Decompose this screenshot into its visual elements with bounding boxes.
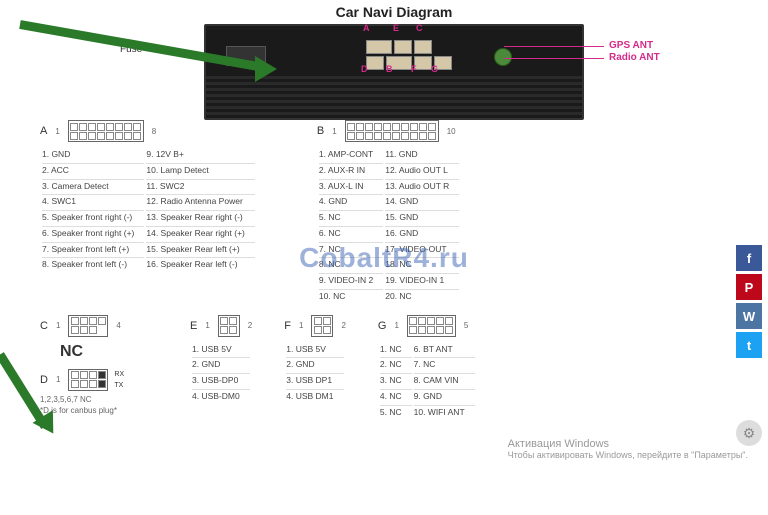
connector-c-diagram <box>68 315 108 337</box>
connector-f-section: F 1 2 1. USB 5V2. GND3. USB DP14. USB DM… <box>284 315 348 421</box>
connector-d-diagram <box>68 369 108 391</box>
label-f: F <box>411 64 417 74</box>
connector-a-diagram <box>68 120 144 142</box>
connector-b-diagram <box>345 120 439 142</box>
connector-d-note1: 1,2,3,5,6,7 NC <box>40 395 160 404</box>
connector-c-nc: NC <box>60 343 160 361</box>
connector-e-section: E 1 2 1. USB 5V2. GND3. USB-DP04. USB-DM… <box>190 315 254 421</box>
heatsink <box>206 76 582 118</box>
gps-leader-line <box>504 46 604 47</box>
gps-ant-label: GPS ANT <box>609 40 653 51</box>
connector-b-pins: 1. AMP-CONT11. GND2. AUX-R IN12. Audio O… <box>317 146 461 305</box>
social-share-bar: f P W t <box>736 245 762 358</box>
vk-share-button[interactable]: W <box>736 303 762 329</box>
connector-c-physical <box>414 40 432 54</box>
label-c: C <box>416 23 423 33</box>
facebook-share-button[interactable]: f <box>736 245 762 271</box>
connector-cd-section: C 1 4 NC D 1 RX TX <box>40 315 160 421</box>
label-b: B <box>386 64 393 74</box>
label-g: G <box>431 64 438 74</box>
twitter-share-button[interactable]: t <box>736 332 762 358</box>
connector-d-note2: *D is for canbus plug* <box>40 406 160 415</box>
label-d: D <box>361 64 368 74</box>
connector-a-pins: 1. GND9. 12V B+2. ACC10. Lamp Detect3. C… <box>40 146 257 273</box>
pinterest-share-button[interactable]: P <box>736 274 762 300</box>
connector-a-physical <box>366 40 392 54</box>
connector-g-section: G 1 5 1. NC6. BT ANT2. NC7. NC3. NC8. CA… <box>378 315 477 421</box>
diagram-title: Car Navi Diagram <box>40 4 748 20</box>
connector-d-physical <box>366 56 384 70</box>
label-e: E <box>393 23 399 33</box>
antenna-port <box>494 48 512 66</box>
radio-ant-label: Radio ANT <box>609 52 660 63</box>
radio-leader-line <box>504 58 604 59</box>
connector-e-physical <box>394 40 412 54</box>
windows-activation-notice: Активация Windows Чтобы активировать Win… <box>508 438 748 460</box>
connector-a-letter: A <box>40 125 47 137</box>
connector-a-section: A 1 8 1. GND9. 12V B+2. ACC10. Lamp Dete… <box>40 120 257 305</box>
label-a: A <box>363 23 370 33</box>
connector-b-letter: B <box>317 125 324 137</box>
connector-b-section: B 1 10 1. AMP-CONT11. GND2. AUX-R IN12. … <box>317 120 461 305</box>
